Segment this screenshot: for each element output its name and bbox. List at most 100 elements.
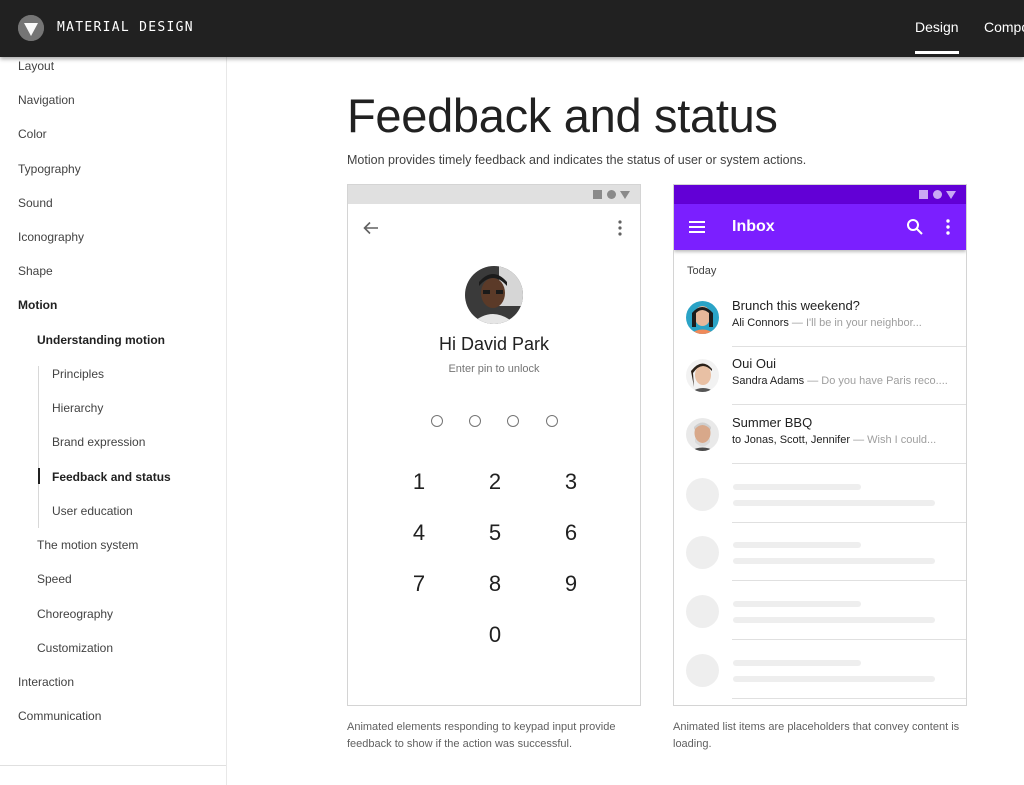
pin-indicator	[469, 415, 481, 427]
divider	[732, 698, 966, 699]
placeholder-line	[733, 484, 861, 490]
sidebar-item-hierarchy[interactable]: Hierarchy	[52, 401, 103, 415]
placeholder-item	[674, 523, 966, 581]
page-subtitle: Motion provides timely feedback and indi…	[347, 153, 807, 167]
brand-name[interactable]: MATERIAL DESIGN	[57, 20, 194, 35]
divider	[732, 404, 966, 405]
placeholder-line	[733, 601, 861, 607]
divider	[732, 639, 966, 640]
placeholder-item	[674, 465, 966, 523]
sidebar-divider	[0, 765, 226, 766]
mail-preview: to Jonas, Scott, Jennifer — Wish I could…	[732, 434, 962, 446]
inbox-title: Inbox	[732, 218, 775, 235]
key-9[interactable]: 9	[551, 571, 591, 597]
key-4[interactable]: 4	[399, 520, 439, 546]
mail-snippet: — I'll be in your neighbor...	[788, 317, 922, 329]
key-1[interactable]: 1	[399, 469, 439, 495]
status-icons	[919, 190, 959, 200]
inbox-demo: Inbox Today Brunch this weekend? Ali Con…	[673, 184, 967, 706]
placeholder-avatar	[686, 536, 719, 569]
sidebar-item-brand-expression[interactable]: Brand expression	[52, 435, 145, 449]
key-8[interactable]: 8	[475, 571, 515, 597]
placeholder-avatar	[686, 595, 719, 628]
tab-design[interactable]: Design	[915, 19, 959, 54]
key-6[interactable]: 6	[551, 520, 591, 546]
back-arrow-icon[interactable]	[362, 219, 380, 237]
sidebar-item-user-education[interactable]: User education	[52, 504, 133, 518]
key-5[interactable]: 5	[475, 520, 515, 546]
status-icons	[593, 190, 633, 200]
avatar	[686, 418, 719, 451]
sidebar-item-layout[interactable]: Layout	[18, 59, 54, 73]
status-bar	[674, 185, 966, 204]
more-vert-icon[interactable]	[945, 218, 951, 236]
sidebar-item-color[interactable]: Color	[18, 127, 47, 141]
logo-icon[interactable]	[18, 15, 44, 41]
pin-unlock-demo: Hi David Park Enter pin to unlock 1 2 3 …	[347, 184, 641, 706]
inbox-app-bar: Inbox	[674, 204, 966, 250]
top-app-bar: MATERIAL DESIGN Design Compo	[0, 0, 1024, 57]
sidebar-item-principles[interactable]: Principles	[52, 367, 104, 381]
placeholder-line	[733, 660, 861, 666]
section-header: Today	[687, 265, 717, 277]
list-item[interactable]: Brunch this weekend? Ali Connors — I'll …	[674, 289, 966, 347]
mail-preview: Ali Connors — I'll be in your neighbor..…	[732, 317, 962, 329]
placeholder-avatar	[686, 478, 719, 511]
mail-sender: Sandra Adams	[732, 375, 805, 387]
key-0[interactable]: 0	[475, 622, 515, 648]
search-icon[interactable]	[906, 218, 924, 236]
status-bar	[348, 185, 640, 204]
avatar	[686, 301, 719, 334]
pin-indicator	[431, 415, 443, 427]
mail-preview: Sandra Adams — Do you have Paris reco...…	[732, 375, 962, 387]
placeholder-item	[674, 582, 966, 640]
menu-icon[interactable]	[689, 220, 705, 234]
sidebar: Layout Navigation Color Typography Sound…	[0, 57, 227, 785]
key-7[interactable]: 7	[399, 571, 439, 597]
sidebar-item-shape[interactable]: Shape	[18, 264, 53, 278]
placeholder-line	[733, 558, 935, 564]
pin-demo-caption: Animated elements responding to keypad i…	[347, 721, 616, 750]
sidebar-item-understanding-motion[interactable]: Understanding motion	[37, 333, 165, 347]
sidebar-item-choreography[interactable]: Choreography	[37, 607, 113, 621]
page-title: Feedback and status	[347, 89, 778, 142]
avatar	[465, 266, 523, 324]
mail-sender: to Jonas, Scott, Jennifer	[732, 434, 851, 446]
placeholder-line	[733, 676, 935, 682]
list-item[interactable]: Oui Oui Sandra Adams — Do you have Paris…	[674, 347, 966, 405]
sidebar-item-feedback-and-status[interactable]: Feedback and status	[38, 468, 171, 484]
divider	[732, 463, 966, 464]
pin-indicator	[507, 415, 519, 427]
key-3[interactable]: 3	[551, 469, 591, 495]
sidebar-subnav-line	[38, 366, 39, 528]
divider	[732, 580, 966, 581]
placeholder-item	[674, 641, 966, 699]
mail-sender: Ali Connors	[732, 317, 789, 329]
pin-hint: Enter pin to unlock	[448, 363, 540, 375]
sidebar-item-iconography[interactable]: Iconography	[18, 230, 84, 244]
sidebar-item-the-motion-system[interactable]: The motion system	[37, 538, 138, 552]
placeholder-avatar	[686, 654, 719, 687]
mail-snippet: — Wish I could...	[850, 434, 937, 446]
sidebar-item-communication[interactable]: Communication	[18, 709, 101, 723]
mail-snippet: — Do you have Paris reco....	[804, 375, 948, 387]
placeholder-line	[733, 542, 861, 548]
key-2[interactable]: 2	[475, 469, 515, 495]
tab-components[interactable]: Compo	[984, 19, 1024, 35]
sidebar-item-interaction[interactable]: Interaction	[18, 675, 74, 689]
sidebar-item-typography[interactable]: Typography	[18, 162, 81, 176]
list-item[interactable]: Summer BBQ to Jonas, Scott, Jennifer — W…	[674, 406, 966, 464]
sidebar-item-navigation[interactable]: Navigation	[18, 93, 75, 107]
mail-subject: Brunch this weekend?	[732, 298, 860, 313]
inbox-demo-caption: Animated list items are placeholders tha…	[673, 721, 960, 750]
sidebar-item-sound[interactable]: Sound	[18, 196, 53, 210]
placeholder-line	[733, 617, 935, 623]
sidebar-item-speed[interactable]: Speed	[37, 572, 72, 586]
pin-indicator	[546, 415, 558, 427]
greeting: Hi David Park	[438, 334, 550, 354]
sidebar-item-motion[interactable]: Motion	[18, 298, 57, 312]
avatar	[686, 359, 719, 392]
more-vert-icon[interactable]	[616, 219, 624, 237]
sidebar-item-customization[interactable]: Customization	[37, 641, 113, 655]
mail-subject: Summer BBQ	[732, 415, 813, 430]
